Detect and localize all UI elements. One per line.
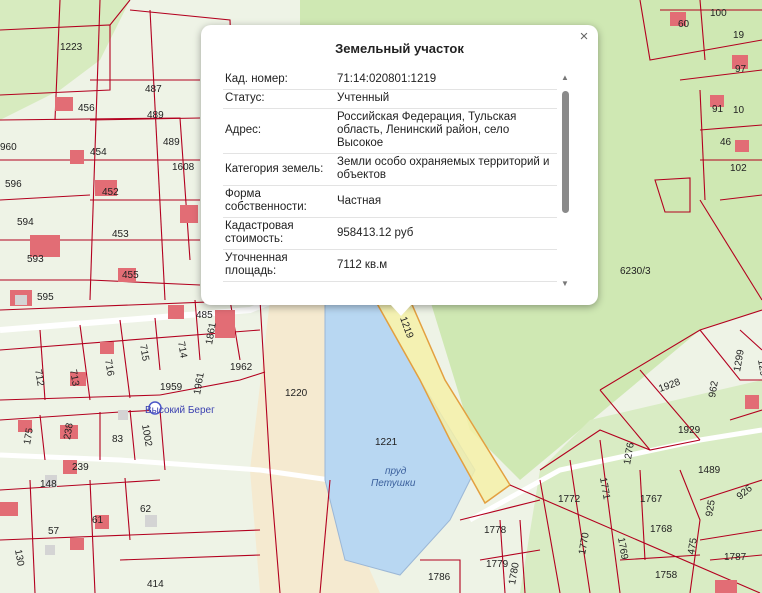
svg-text:414: 414 [147, 579, 164, 590]
svg-text:454: 454 [90, 147, 107, 158]
attr-key: Статус: [223, 89, 335, 109]
popup-scrollbar[interactable]: ▲ ▼ [559, 73, 571, 289]
place-marker[interactable]: Высокий Берег [145, 401, 215, 416]
svg-text:1778: 1778 [484, 525, 507, 536]
svg-text:91: 91 [712, 104, 724, 115]
svg-text:595: 595 [37, 292, 54, 303]
svg-text:1489: 1489 [698, 465, 721, 476]
svg-text:455: 455 [122, 270, 139, 281]
attr-value: Земли особо охраняемых территорий и объе… [335, 153, 557, 186]
svg-text:239: 239 [72, 462, 89, 473]
svg-text:960: 960 [0, 142, 17, 153]
svg-text:57: 57 [48, 526, 60, 537]
svg-text:100: 100 [710, 8, 727, 19]
svg-text:593: 593 [27, 254, 44, 265]
svg-text:489: 489 [163, 137, 180, 148]
svg-text:596: 596 [5, 179, 22, 190]
svg-text:46: 46 [720, 137, 732, 148]
attr-value: 7112 кв.м [335, 249, 557, 282]
attr-key: Форма собственности: [223, 185, 335, 218]
svg-text:1786: 1786 [428, 572, 451, 583]
table-row: Статус: Учтенный [223, 89, 557, 109]
scroll-up-icon[interactable]: ▲ [559, 73, 571, 83]
svg-text:1220: 1220 [285, 388, 308, 399]
table-row: Адрес: Российская Федерация, Тульская об… [223, 108, 557, 154]
svg-text:594: 594 [17, 217, 34, 228]
attr-key: Адрес: [223, 108, 335, 154]
attr-key: Кад. номер: [223, 71, 335, 90]
place-label: Высокий Берег [145, 405, 215, 416]
pond-label-line2: Петушки [371, 478, 416, 489]
svg-text:1768: 1768 [650, 524, 673, 535]
svg-text:456: 456 [78, 103, 95, 114]
table-row: Кад. номер: 71:14:020801:1219 [223, 71, 557, 90]
svg-text:1767: 1767 [640, 494, 663, 505]
popup-title: Земельный участок [335, 41, 464, 56]
svg-text:19: 19 [733, 30, 745, 41]
svg-text:1959: 1959 [160, 382, 183, 393]
svg-text:1758: 1758 [655, 570, 678, 581]
svg-text:1221: 1221 [375, 437, 398, 448]
table-row: Уточненная площадь: 7112 кв.м [223, 249, 557, 282]
svg-text:6230/3: 6230/3 [620, 266, 651, 277]
svg-text:1772: 1772 [558, 494, 581, 505]
attr-value: Учтенный [335, 89, 557, 109]
table-row: Форма собственности: Частная [223, 185, 557, 218]
svg-text:61: 61 [92, 515, 104, 526]
svg-text:60: 60 [678, 19, 690, 30]
svg-text:485: 485 [196, 310, 213, 321]
svg-text:1779: 1779 [486, 559, 509, 570]
attr-value: Российская Федерация, Тульская область, … [335, 108, 557, 154]
attr-value: Частная [335, 185, 557, 218]
scroll-thumb[interactable] [562, 91, 569, 213]
svg-text:1787: 1787 [724, 552, 747, 563]
table-row: Кадастровая стоимость: 958413.12 руб [223, 217, 557, 250]
svg-text:148: 148 [40, 479, 57, 490]
svg-text:489: 489 [147, 110, 164, 121]
popup-pointer [390, 304, 412, 316]
svg-text:1962: 1962 [230, 362, 253, 373]
attr-value: 958413.12 руб [335, 217, 557, 250]
pond-label-line1: пруд [385, 466, 407, 477]
svg-text:83: 83 [112, 434, 124, 445]
attr-key: Кадастровая стоимость: [223, 217, 335, 250]
svg-text:1223: 1223 [60, 42, 83, 53]
svg-text:1929: 1929 [678, 425, 701, 436]
svg-text:452: 452 [102, 187, 119, 198]
svg-text:453: 453 [112, 229, 129, 240]
attr-key: Уточненная площадь: [223, 249, 335, 282]
attr-value: 71:14:020801:1219 [335, 71, 557, 90]
table-row: Категория земель: Земли особо охраняемых… [223, 153, 557, 186]
attribute-table: Кад. номер: 71:14:020801:1219 Статус: Уч… [223, 71, 557, 282]
svg-text:487: 487 [145, 84, 162, 95]
svg-text:10: 10 [733, 105, 745, 116]
scroll-down-icon[interactable]: ▼ [559, 279, 571, 289]
parcel-info-popup: × Земельный участок Кад. номер: 71:14:02… [201, 25, 598, 316]
svg-text:62: 62 [140, 504, 152, 515]
svg-text:97: 97 [735, 64, 747, 75]
svg-text:102: 102 [730, 163, 747, 174]
svg-text:1608: 1608 [172, 162, 195, 173]
attr-key: Категория земель: [223, 153, 335, 186]
